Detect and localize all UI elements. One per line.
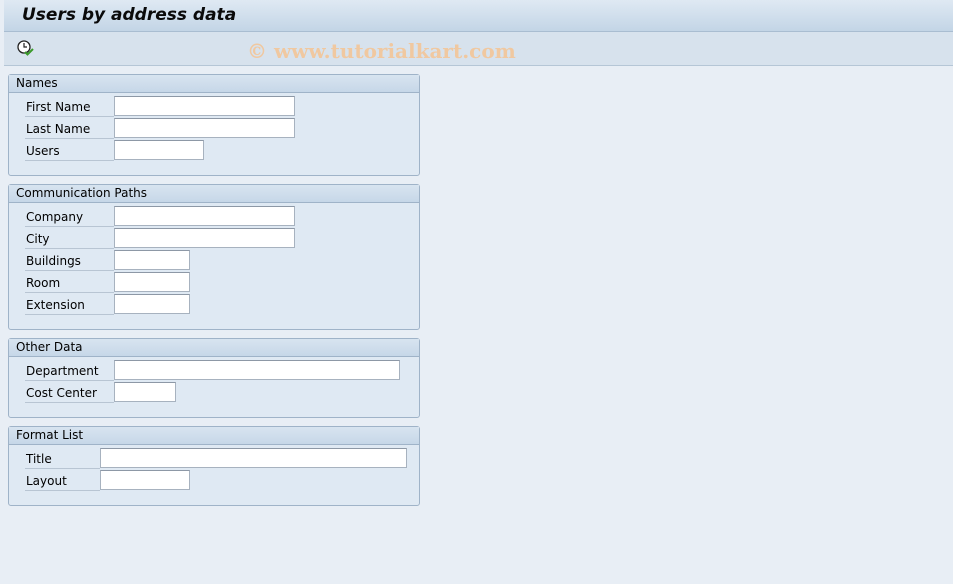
buildings-label: Buildings bbox=[25, 250, 114, 271]
execute-clock-icon[interactable] bbox=[16, 39, 34, 57]
department-label: Department bbox=[25, 360, 114, 381]
title-bar: Users by address data bbox=[4, 0, 953, 32]
first-name-input[interactable] bbox=[114, 96, 295, 116]
title-input[interactable] bbox=[100, 448, 407, 468]
group-other-data: Other Data Department Cost Center bbox=[8, 338, 420, 418]
extension-input[interactable] bbox=[114, 294, 190, 314]
layout-label: Layout bbox=[25, 470, 100, 491]
buildings-input[interactable] bbox=[114, 250, 190, 270]
city-input[interactable] bbox=[114, 228, 295, 248]
users-label: Users bbox=[25, 140, 114, 161]
department-input[interactable] bbox=[114, 360, 400, 380]
group-communication-paths: Communication Paths Company City Buildin… bbox=[8, 184, 420, 330]
page-title: Users by address data bbox=[22, 5, 237, 25]
last-name-label: Last Name bbox=[25, 118, 114, 139]
group-names: Names First Name Last Name Users bbox=[8, 74, 420, 176]
title-label: Title bbox=[25, 448, 100, 469]
group-title: Names bbox=[9, 75, 419, 93]
group-title: Format List bbox=[9, 427, 419, 445]
extension-label: Extension bbox=[25, 294, 114, 315]
room-input[interactable] bbox=[114, 272, 190, 292]
room-label: Room bbox=[25, 272, 114, 293]
city-label: City bbox=[25, 228, 114, 249]
group-title: Communication Paths bbox=[9, 185, 419, 203]
company-label: Company bbox=[25, 206, 114, 227]
company-input[interactable] bbox=[114, 206, 295, 226]
cost-center-label: Cost Center bbox=[25, 382, 114, 403]
last-name-input[interactable] bbox=[114, 118, 295, 138]
users-input[interactable] bbox=[114, 140, 204, 160]
application-toolbar: © www.tutorialkart.com bbox=[4, 32, 953, 66]
first-name-label: First Name bbox=[25, 96, 114, 117]
watermark: © www.tutorialkart.com bbox=[247, 39, 516, 63]
layout-input[interactable] bbox=[100, 470, 190, 490]
group-format-list: Format List Title Layout bbox=[8, 426, 420, 506]
group-title: Other Data bbox=[9, 339, 419, 357]
cost-center-input[interactable] bbox=[114, 382, 176, 402]
